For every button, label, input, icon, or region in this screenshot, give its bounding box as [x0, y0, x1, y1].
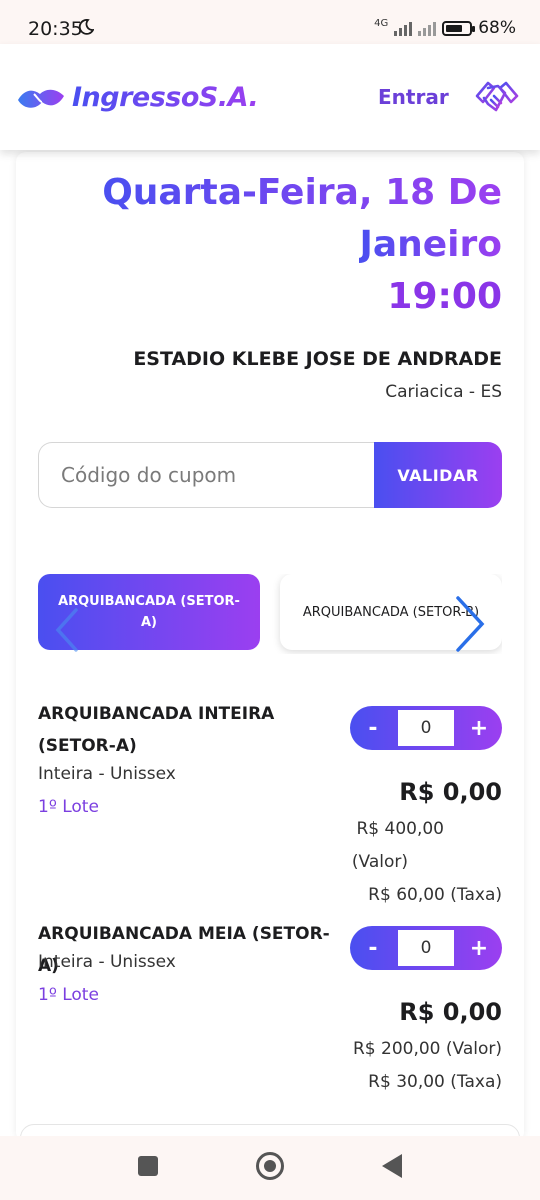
ticket-lote: 1º Lote — [38, 797, 99, 817]
event-date-line1: Quarta-Feira, 18 De — [102, 172, 502, 213]
ticket-valor-label: (Valor) — [351, 852, 408, 872]
login-link[interactable]: Entrar — [378, 85, 449, 109]
event-date-line2: Janeiro — [359, 224, 502, 265]
ticket-taxa: R$ 30,00 (Taxa) — [368, 1072, 502, 1092]
sector-carousel: ARQUIBANCADA (SETOR-A) ARQUIBANCADA (SET… — [38, 574, 502, 654]
battery-icon — [442, 20, 476, 36]
coupon-form: VALIDAR — [38, 442, 502, 508]
increase-button[interactable]: + — [456, 926, 502, 970]
signal-icon-2 — [418, 20, 437, 36]
battery-percent: 68% — [478, 18, 516, 38]
validate-coupon-button[interactable]: VALIDAR — [374, 442, 502, 508]
brand-name: IngressoS.A. — [72, 82, 259, 113]
coupon-input[interactable] — [38, 442, 378, 508]
ticket-valor: R$ 400,00 — [356, 819, 444, 839]
system-nav-bar — [0, 1136, 540, 1200]
back-icon[interactable] — [382, 1154, 402, 1178]
ticket-lote: 1º Lote — [38, 985, 99, 1005]
home-icon[interactable] — [256, 1152, 284, 1180]
ticket-type: Inteira - Unissex — [38, 952, 176, 972]
signal-icon — [394, 20, 413, 36]
quantity-input[interactable] — [398, 710, 454, 746]
ticket-taxa: R$ 60,00 (Taxa) — [368, 885, 502, 905]
quantity-stepper: - + — [350, 706, 502, 750]
status-time: 20:35 — [28, 18, 83, 40]
logo-icon — [18, 89, 64, 108]
status-bar: 20:35 4G 68% — [0, 0, 540, 44]
decrease-button[interactable]: - — [350, 926, 396, 970]
quantity-input[interactable] — [398, 930, 454, 966]
decrease-button[interactable]: - — [350, 706, 396, 750]
quantity-stepper: - + — [350, 926, 502, 970]
ticket-valor: R$ 200,00 (Valor) — [352, 1039, 502, 1059]
network-type: 4G — [374, 17, 389, 29]
brand-logo[interactable]: IngressoS.A. — [16, 82, 259, 113]
increase-button[interactable]: + — [456, 706, 502, 750]
carousel-next-icon[interactable] — [452, 594, 488, 654]
ticket-type: Inteira - Unissex — [38, 764, 176, 784]
event-time: 19:00 — [387, 276, 502, 317]
carousel-prev-icon[interactable] — [50, 604, 90, 654]
ticket-total: R$ 0,00 — [399, 998, 502, 1026]
handshake-icon[interactable] — [474, 76, 520, 120]
moon-icon — [78, 19, 94, 35]
recent-apps-icon[interactable] — [138, 1156, 158, 1176]
ticket-total: R$ 0,00 — [399, 778, 502, 806]
ticket-name: ARQUIBANCADA INTEIRA (SETOR-A) — [38, 704, 275, 756]
event-city: Cariacica - ES — [385, 382, 502, 402]
event-card: Quarta-Feira, 18 De Janeiro 19:00 ESTADI… — [16, 152, 524, 1142]
event-venue: ESTADIO KLEBE JOSE DE ANDRADE — [133, 348, 502, 370]
app-header: IngressoS.A. Entrar — [0, 44, 540, 150]
ticket-name: ARQUIBANCADA MEIA (SETOR-A) — [38, 924, 330, 976]
status-icons: 4G 68% — [374, 17, 516, 39]
